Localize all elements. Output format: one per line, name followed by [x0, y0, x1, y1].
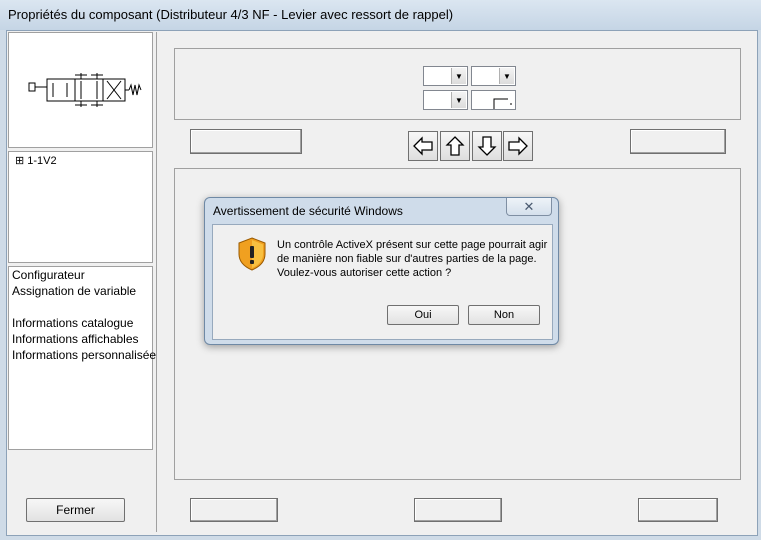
close-icon: ✕	[523, 198, 535, 214]
no-button[interactable]: Non	[468, 305, 540, 325]
window-title: Propriétés du composant (Distributeur 4/…	[8, 7, 454, 22]
menu-item-informations-personnalisees[interactable]: Informations personnalisées	[12, 348, 162, 362]
combo-box-4[interactable]	[471, 90, 516, 110]
chevron-down-icon[interactable]: ▼	[451, 68, 466, 84]
left-arrow-icon	[413, 136, 433, 156]
dialog-message-line: de manière non fiable sur d'autres parti…	[277, 253, 537, 265]
dialog-body: Un contrôle ActiveX présent sur cette pa…	[212, 224, 553, 340]
dialog-message: Un contrôle ActiveX présent sur cette pa…	[277, 238, 547, 280]
shield-warning-icon	[238, 237, 266, 271]
combo-box-3[interactable]: ▼	[423, 90, 468, 110]
properties-menu: Configurateur Assignation de variable In…	[8, 266, 162, 450]
combo-box-2[interactable]: ▼	[471, 66, 516, 86]
move-down-button[interactable]	[472, 131, 502, 161]
dialog-close-button[interactable]: ✕	[506, 198, 552, 216]
tree-node[interactable]: ⊞ 1-1V2	[15, 154, 57, 168]
security-warning-dialog: Avertissement de sécurité Windows ✕ Un c…	[204, 197, 559, 345]
dialog-title: Avertissement de sécurité Windows	[213, 204, 403, 218]
chevron-down-icon[interactable]: ▼	[451, 92, 466, 108]
valve-symbol-icon	[28, 73, 142, 107]
menu-item-assignation-variable[interactable]: Assignation de variable	[12, 284, 136, 298]
yes-button[interactable]: Oui	[387, 305, 459, 325]
component-symbol-preview	[8, 32, 153, 148]
close-button[interactable]: Fermer	[26, 498, 125, 522]
move-left-button[interactable]	[408, 131, 438, 161]
left-action-button[interactable]	[190, 129, 302, 154]
up-arrow-icon	[445, 136, 465, 156]
tree-node-label: 1-1V2	[27, 154, 57, 167]
component-tree: ⊞ 1-1V2	[8, 151, 153, 263]
right-action-button[interactable]	[630, 129, 726, 154]
right-arrow-icon	[508, 136, 528, 156]
move-right-button[interactable]	[503, 131, 533, 161]
title-bar: Propriétés du composant (Distributeur 4/…	[0, 0, 761, 30]
bottom-button-2[interactable]	[414, 498, 502, 522]
combo-box-1[interactable]: ▼	[423, 66, 468, 86]
bottom-button-1[interactable]	[190, 498, 278, 522]
menu-item-informations-catalogue[interactable]: Informations catalogue	[12, 316, 133, 330]
chevron-down-icon[interactable]: ▼	[499, 68, 514, 84]
move-up-button[interactable]	[440, 131, 470, 161]
dialog-message-line: Voulez-vous autoriser cette action ?	[277, 267, 452, 279]
expand-icon[interactable]: ⊞	[15, 154, 24, 167]
corner-connector-icon	[493, 98, 512, 109]
menu-item-informations-affichables[interactable]: Informations affichables	[12, 332, 139, 346]
menu-item-configurateur[interactable]: Configurateur	[12, 268, 85, 282]
dialog-message-line: Un contrôle ActiveX présent sur cette pa…	[277, 239, 548, 251]
bottom-button-3[interactable]	[638, 498, 718, 522]
down-arrow-icon	[477, 136, 497, 156]
